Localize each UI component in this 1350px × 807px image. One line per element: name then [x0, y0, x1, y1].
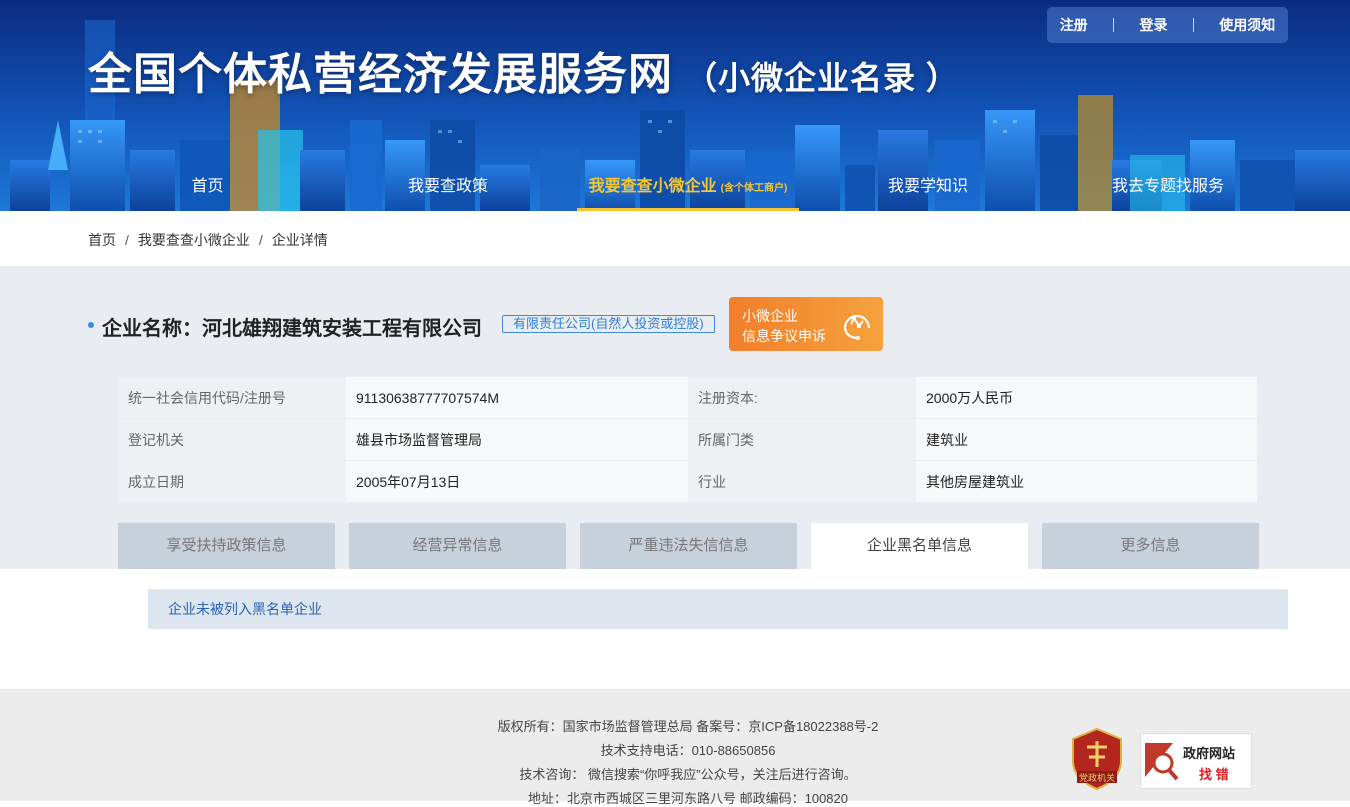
info-key: 注册资本: [688, 377, 916, 418]
tab-more-info[interactable]: 更多信息 [1042, 523, 1259, 569]
tab-support-policy[interactable]: 享受扶持政策信息 [118, 523, 335, 569]
site-title: 全国个体私营经济发展服务网 （小微企业名录 ） [88, 38, 959, 102]
customer-service-icon [843, 314, 871, 340]
site-footer: 版权所有：国家市场监督管理总局 备案号：京ICP备18022388号-2 技术支… [0, 689, 1350, 806]
tab-blacklist[interactable]: 企业黑名单信息 [811, 523, 1028, 569]
blacklist-status-notice: 企业未被列入黑名单企业 [148, 589, 1288, 629]
info-value: 91130638777707574M [346, 377, 688, 418]
gov-site-error-report-badge[interactable]: 政府网站 找 错 [1140, 733, 1252, 789]
breadcrumb-separator: / [125, 232, 129, 248]
badge2-line1: 政府网站 [1183, 746, 1236, 761]
tab-serious-violation[interactable]: 严重违法失信信息 [580, 523, 797, 569]
party-government-emblem-icon: 党政机关 [1072, 727, 1122, 791]
nav-item-home[interactable]: 首页 [160, 163, 255, 211]
complaint-label-line2: 信息争议申诉 [742, 328, 826, 344]
breadcrumb: 首页 / 我要查查小微企业 / 企业详情 [88, 230, 328, 250]
info-value: 雄县市场监督管理局 [346, 419, 688, 460]
table-row: 统一社会信用代码/注册号 91130638777707574M 注册资本: 20… [118, 377, 1257, 418]
breadcrumb-home[interactable]: 首页 [88, 232, 116, 248]
table-row: 登记机关 雄县市场监督管理局 所属门类 建筑业 [118, 419, 1257, 460]
top-links-bar: 注册 登录 使用须知 [1047, 7, 1288, 43]
main-nav: 首页 我要查政策 我要查查小微企业 (含个体工商户) 我要学知识 我去专题找服务 [0, 163, 1350, 211]
nav-item-services[interactable]: 我去专题找服务 [1095, 163, 1241, 211]
company-info-table: 统一社会信用代码/注册号 91130638777707574M 注册资本: 20… [118, 376, 1257, 503]
bullet-dot-icon [88, 322, 94, 328]
company-type-badge: 有限责任公司(自然人投资或控股) [502, 315, 715, 333]
top-links-divider [1192, 18, 1194, 32]
table-row: 成立日期 2005年07月13日 行业 其他房屋建筑业 [118, 461, 1257, 502]
nav-item-note: (含个体工商户) [720, 183, 788, 194]
info-dispute-complaint-button[interactable]: 小微企业 信息争议申诉 [729, 297, 883, 351]
nav-item-enterprise-search[interactable]: 我要查查小微企业 (含个体工商户) [577, 163, 799, 211]
breadcrumb-enterprise-search[interactable]: 我要查查小微企业 [138, 232, 250, 248]
magnifier-icon [1145, 743, 1179, 781]
info-key: 统一社会信用代码/注册号 [118, 377, 346, 418]
breadcrumb-separator: / [258, 232, 263, 248]
usage-notice-link[interactable]: 使用须知 [1219, 15, 1275, 35]
breadcrumb-current: 企业详情 [271, 232, 328, 248]
info-value: 建筑业 [916, 419, 1257, 460]
site-title-sub: （小微企业名录 ） [685, 60, 959, 96]
info-key: 登记机关 [118, 419, 346, 460]
info-value: 2000万人民币 [916, 377, 1257, 418]
info-key: 行业 [688, 461, 916, 502]
info-value: 其他房屋建筑业 [916, 461, 1257, 502]
party-government-badge[interactable]: 党政机关 [1069, 727, 1125, 796]
info-key: 所属门类 [688, 419, 916, 460]
site-title-main: 全国个体私营经济发展服务网 [88, 50, 673, 99]
login-link[interactable]: 登录 [1139, 15, 1167, 35]
register-link[interactable]: 注册 [1060, 15, 1088, 35]
info-value: 2005年07月13日 [346, 461, 688, 502]
company-name: 企业名称：河北雄翔建筑安装工程有限公司 [102, 318, 482, 340]
badge2-line2: 找 错 [1199, 767, 1229, 782]
top-links-divider [1113, 18, 1115, 32]
tab-business-abnormal[interactable]: 经营异常信息 [349, 523, 566, 569]
nav-item-policy[interactable]: 我要查政策 [388, 163, 508, 211]
nav-item-label: 我要查查小微企业 [588, 178, 717, 195]
complaint-label-line1: 小微企业 [742, 308, 798, 324]
site-banner: 全国个体私营经济发展服务网 （小微企业名录 ） 注册 登录 使用须知 首页 我要查… [0, 0, 1350, 211]
badge1-label: 党政机关 [1079, 772, 1115, 784]
info-key: 成立日期 [118, 461, 346, 502]
footer-address: 地址：北京市西城区三里河东路八号 邮政编码：100820 [528, 791, 848, 806]
nav-item-knowledge[interactable]: 我要学知识 [868, 163, 988, 211]
